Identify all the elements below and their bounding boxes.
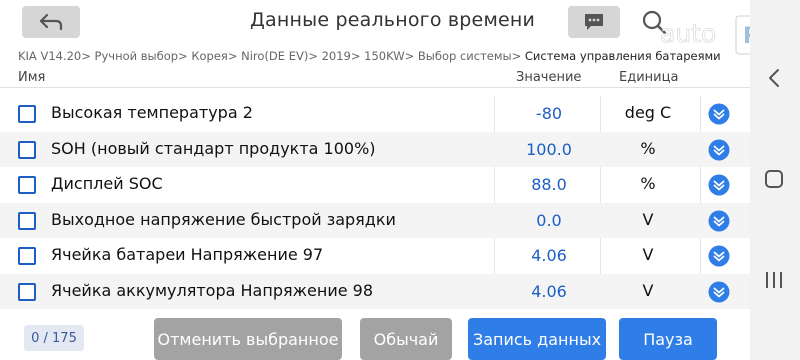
top-bar: Данные реального времени	[0, 0, 750, 44]
nav-home-icon[interactable]	[765, 170, 783, 188]
pause-button[interactable]: Пауза	[619, 318, 717, 360]
main-panel: Данные реального времени KIA V14.20> Руч…	[0, 0, 750, 360]
row-name: Ячейка аккумулятора Напряжение 98	[51, 280, 373, 300]
expand-chevron-icon[interactable]	[708, 245, 730, 267]
message-button[interactable]	[568, 6, 620, 38]
row-name: SOH (новый стандарт продукта 100%)	[51, 138, 376, 158]
row-name: Высокая температура 2	[51, 103, 253, 122]
column-header-name: Имя	[18, 70, 46, 85]
nav-back-icon[interactable]	[766, 68, 782, 88]
expand-chevron-icon[interactable]	[708, 174, 730, 196]
breadcrumb-path: KIA V14.20> Ручной выбор> Корея> Niro(DE…	[18, 49, 525, 63]
record-data-button[interactable]: Запись данных	[468, 318, 606, 360]
selection-counter: 0 / 175	[24, 325, 84, 351]
row-value: 88.0	[531, 175, 567, 194]
row-checkbox[interactable]	[18, 282, 36, 301]
row-unit: V	[642, 209, 654, 229]
table-row[interactable]: SOH (новый стандарт продукта 100%) 100.0%	[0, 131, 750, 167]
row-checkbox[interactable]	[18, 247, 36, 265]
table-row[interactable]: Высокая температура 2 -80 deg C	[0, 96, 750, 131]
row-checkbox[interactable]	[18, 140, 36, 159]
table-row[interactable]: Ячейка аккумулятора Напряжение 98 4.06 V	[0, 273, 750, 309]
back-button[interactable]	[22, 6, 80, 38]
message-icon	[585, 14, 603, 30]
column-header-unit: Единица	[619, 70, 679, 85]
svg-text:auto: auto	[660, 19, 716, 48]
row-name: Выходное напряжение быстрой зарядки	[51, 209, 396, 229]
row-value: 4.06	[531, 281, 567, 301]
row-unit: V	[642, 245, 654, 264]
custom-button[interactable]: Обычай	[360, 318, 452, 360]
row-value: 4.06	[531, 246, 567, 265]
app-window: Данные реального времени KIA V14.20> Руч…	[0, 0, 800, 360]
row-checkbox[interactable]	[18, 211, 36, 230]
row-value: -80	[535, 104, 563, 123]
nav-recents-icon[interactable]	[763, 270, 785, 290]
expand-chevron-icon[interactable]	[708, 103, 730, 125]
expand-chevron-icon[interactable]	[708, 139, 730, 161]
row-checkbox[interactable]	[18, 176, 36, 194]
table-header: Имя Значение Единица	[0, 66, 750, 88]
row-unit: deg C	[624, 103, 672, 122]
cancel-selection-button[interactable]: Отменить выбранное	[154, 318, 342, 360]
table-row[interactable]: Выходное напряжение быстрой зарядки 0.0 V	[0, 202, 750, 238]
row-value: 100.0	[526, 139, 572, 159]
expand-chevron-icon[interactable]	[708, 210, 730, 232]
table-row[interactable]: Ячейка батареи Напряжение 97 4.06 V	[0, 238, 750, 273]
row-value: 0.0	[536, 210, 562, 230]
row-unit: %	[640, 138, 656, 158]
row-checkbox[interactable]	[18, 105, 36, 123]
expand-chevron-icon[interactable]	[708, 281, 730, 303]
back-arrow-icon	[39, 13, 63, 31]
breadcrumb: KIA V14.20> Ручной выбор> Корея> Niro(DE…	[18, 49, 721, 63]
page-title: Данные реального времени	[250, 9, 536, 31]
row-name: Дисплей SOC	[51, 174, 163, 193]
row-unit: %	[640, 174, 656, 193]
column-header-value: Значение	[516, 70, 582, 85]
row-unit: V	[642, 280, 654, 300]
table-row[interactable]: Дисплей SOC 88.0%	[0, 167, 750, 202]
row-name: Ячейка батареи Напряжение 97	[51, 245, 324, 264]
